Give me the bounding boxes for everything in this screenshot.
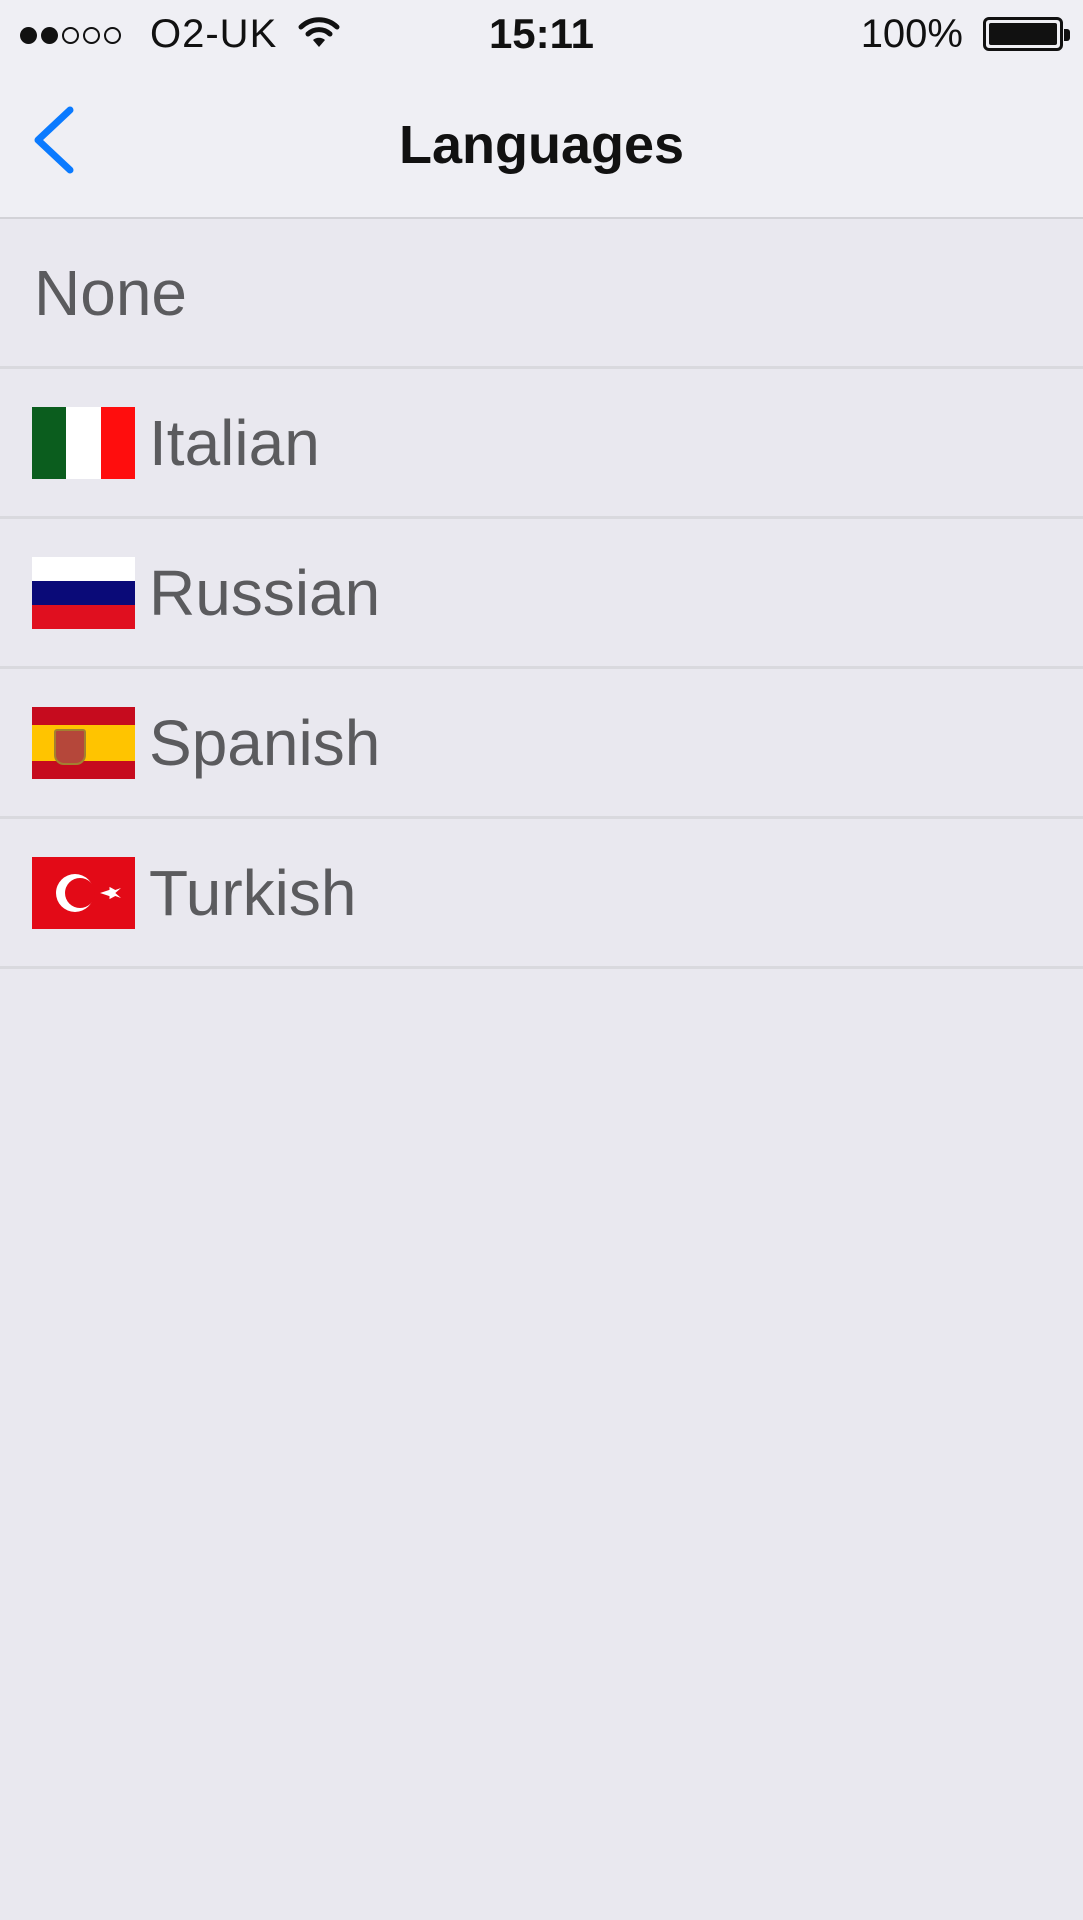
spain-flag-icon [32,706,135,779]
language-item-none[interactable]: None [0,219,1083,369]
language-item-turkish[interactable]: Turkish [0,819,1083,969]
italy-flag-icon [32,406,135,479]
russia-flag-icon [32,556,135,629]
turkey-flag-icon [32,856,135,929]
battery-fill [989,23,1057,45]
language-label: Russian [149,556,381,629]
navigation-bar: Languages [0,70,1083,219]
language-label: Turkish [149,856,357,929]
status-bar: O2-UK 15:11 100% [0,0,1083,70]
language-label: Italian [149,406,320,479]
coat-of-arms-icon [54,728,86,765]
language-item-russian[interactable]: Russian [0,519,1083,669]
language-label: None [34,256,187,329]
language-item-italian[interactable]: Italian [0,369,1083,519]
language-label: Spanish [149,706,381,779]
page-title: Languages [398,115,685,175]
language-list: None Italian Russian Spanish Turkish [0,219,1083,969]
language-item-spanish[interactable]: Spanish [0,669,1083,819]
battery-percentage: 100% [860,12,963,56]
battery-icon [983,17,1070,51]
